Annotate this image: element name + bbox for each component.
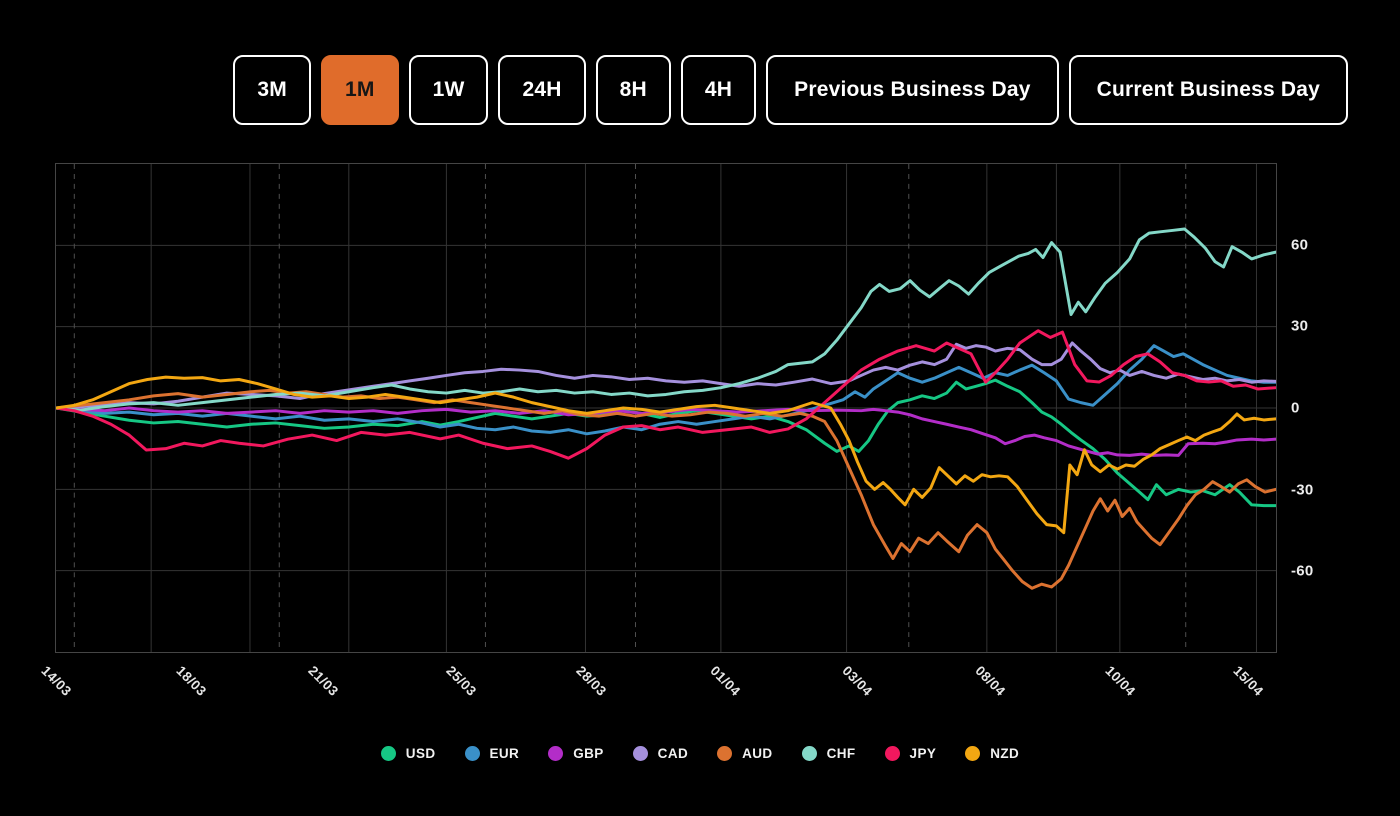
legend-label: AUD <box>742 745 773 761</box>
chart-legend: USD EUR GBP CAD AUD CHF JPY NZD <box>0 740 1400 766</box>
range-button-3m[interactable]: 3M <box>233 55 311 125</box>
y-axis-tick-label: -60 <box>1291 562 1314 580</box>
legend-color-dot <box>717 745 733 761</box>
series-line-eur <box>56 344 1276 436</box>
x-axis-tick-label: 14/03 <box>37 663 74 699</box>
legend-label: USD <box>405 745 436 761</box>
legend-color-dot <box>965 745 981 761</box>
x-axis-tick-label: 25/03 <box>443 663 480 699</box>
x-axis-labels: 14/03 18/03 21/03 25/03 28/03 01/04 03/04 08/04… <box>38 653 1277 713</box>
timeframe-toolbar: 3M 1M 1W 24H 8H 4H Previous Business Day Curren… <box>233 55 1348 125</box>
range-button-24h[interactable]: 24H <box>498 55 586 125</box>
chart: 60 30 0 -30 -60 14/03 18/03 21/03 25/03 28/03 01/… <box>38 163 1313 699</box>
y-axis-labels: 60 30 0 -30 -60 <box>1291 163 1351 653</box>
legend-label: CHF <box>826 745 856 761</box>
legend-label: CAD <box>657 745 689 761</box>
legend-item-nzd[interactable]: NZD <box>965 745 1020 761</box>
legend-item-aud[interactable]: AUD <box>717 745 773 761</box>
x-axis-tick-label: 21/03 <box>305 663 342 699</box>
range-button-1m[interactable]: 1M <box>321 55 399 125</box>
legend-label: JPY <box>909 745 937 761</box>
x-axis-tick-label: 01/04 <box>707 663 744 699</box>
range-button-4h[interactable]: 4H <box>680 55 757 125</box>
legend-label: NZD <box>990 745 1020 761</box>
legend-color-dot <box>632 745 648 761</box>
legend-item-cad[interactable]: CAD <box>632 745 689 761</box>
legend-item-gbp[interactable]: GBP <box>548 745 604 761</box>
x-axis-tick-label: 08/04 <box>972 663 1009 699</box>
x-axis-tick-label: 03/04 <box>839 663 876 699</box>
legend-item-chf[interactable]: CHF <box>801 745 856 761</box>
series-line-chf <box>56 227 1276 412</box>
legend-color-dot <box>380 745 396 761</box>
x-axis-tick-label: 10/04 <box>1102 663 1139 699</box>
x-axis-tick-label: 15/04 <box>1230 663 1267 699</box>
range-button-previous-business-day[interactable]: Previous Business Day <box>766 55 1059 125</box>
legend-color-dot <box>464 745 480 761</box>
chart-canvas[interactable] <box>56 164 1276 652</box>
legend-item-eur[interactable]: EUR <box>464 745 520 761</box>
legend-color-dot <box>548 745 564 761</box>
legend-label: GBP <box>573 745 604 761</box>
plot-area[interactable] <box>55 163 1277 653</box>
y-axis-tick-label: 60 <box>1291 236 1309 254</box>
legend-item-usd[interactable]: USD <box>380 745 436 761</box>
legend-color-dot <box>801 745 817 761</box>
legend-color-dot <box>884 745 900 761</box>
legend-label: EUR <box>489 745 520 761</box>
y-axis-tick-label: -30 <box>1291 481 1314 499</box>
range-button-1w[interactable]: 1W <box>408 55 489 125</box>
legend-item-jpy[interactable]: JPY <box>884 745 937 761</box>
y-axis-tick-label: 30 <box>1291 317 1309 335</box>
x-axis-tick-label: 28/03 <box>573 663 610 699</box>
y-axis-tick-label: 0 <box>1291 399 1300 417</box>
range-button-8h[interactable]: 8H <box>595 55 671 125</box>
x-axis-tick-label: 18/03 <box>173 663 210 699</box>
range-button-current-business-day[interactable]: Current Business Day <box>1068 55 1348 125</box>
